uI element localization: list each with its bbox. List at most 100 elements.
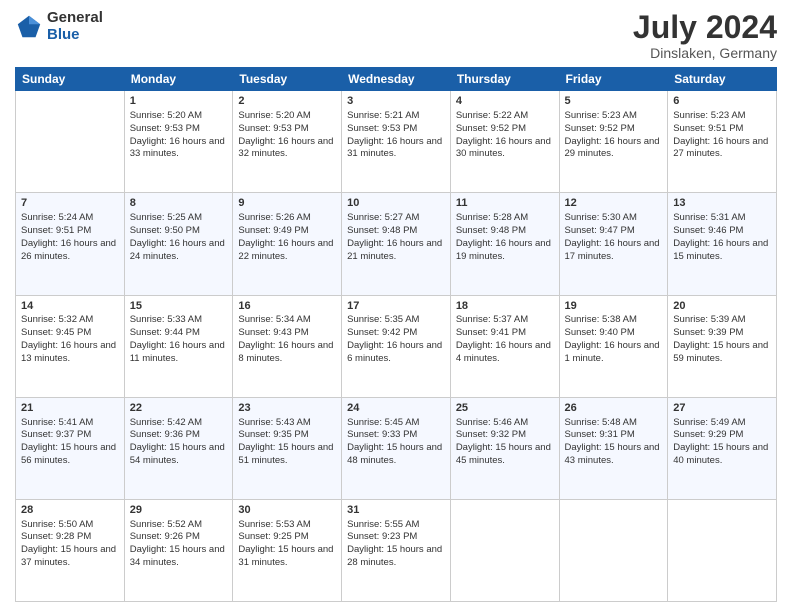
day-number: 17 (347, 299, 445, 314)
week-row-4: 21Sunrise: 5:41 AMSunset: 9:37 PMDayligh… (16, 397, 777, 499)
sunset-text: Sunset: 9:52 PM (456, 123, 526, 134)
sunset-text: Sunset: 9:43 PM (238, 327, 308, 338)
sunrise-text: Sunrise: 5:39 AM (673, 314, 745, 325)
daylight-text: Daylight: 16 hours and 27 minutes. (673, 136, 768, 160)
daylight-text: Daylight: 16 hours and 30 minutes. (456, 136, 551, 160)
title-block: July 2024 Dinslaken, Germany (633, 10, 777, 61)
table-cell (668, 499, 777, 601)
table-cell: 23Sunrise: 5:43 AMSunset: 9:35 PMDayligh… (233, 397, 342, 499)
table-cell: 21Sunrise: 5:41 AMSunset: 9:37 PMDayligh… (16, 397, 125, 499)
daylight-text: Daylight: 16 hours and 6 minutes. (347, 340, 442, 364)
daylight-text: Daylight: 15 hours and 37 minutes. (21, 544, 116, 568)
sunset-text: Sunset: 9:49 PM (238, 225, 308, 236)
day-number: 21 (21, 401, 119, 416)
sunset-text: Sunset: 9:47 PM (565, 225, 635, 236)
sunset-text: Sunset: 9:29 PM (673, 429, 743, 440)
daylight-text: Daylight: 15 hours and 45 minutes. (456, 442, 551, 466)
sunrise-text: Sunrise: 5:48 AM (565, 417, 637, 428)
sunset-text: Sunset: 9:52 PM (565, 123, 635, 134)
sunset-text: Sunset: 9:53 PM (347, 123, 417, 134)
table-cell (559, 499, 668, 601)
table-cell: 27Sunrise: 5:49 AMSunset: 9:29 PMDayligh… (668, 397, 777, 499)
sunrise-text: Sunrise: 5:50 AM (21, 519, 93, 530)
day-number: 24 (347, 401, 445, 416)
col-tuesday: Tuesday (233, 68, 342, 91)
table-cell: 31Sunrise: 5:55 AMSunset: 9:23 PMDayligh… (342, 499, 451, 601)
sunset-text: Sunset: 9:51 PM (673, 123, 743, 134)
col-monday: Monday (124, 68, 233, 91)
table-cell: 18Sunrise: 5:37 AM Sunset: 9:41 PM Dayligh… (450, 295, 559, 397)
day-number: 12 (565, 196, 663, 211)
day-number: 26 (565, 401, 663, 416)
day-number: 5 (565, 94, 663, 109)
sunset-text: Sunset: 9:41 PM (456, 327, 526, 338)
week-row-1: 1Sunrise: 5:20 AMSunset: 9:53 PMDaylight… (16, 91, 777, 193)
sunset-text: Sunset: 9:50 PM (130, 225, 200, 236)
col-wednesday: Wednesday (342, 68, 451, 91)
table-cell: 9Sunrise: 5:26 AMSunset: 9:49 PMDaylight… (233, 193, 342, 295)
sunrise-text: Sunrise: 5:42 AM (130, 417, 202, 428)
sunset-text: Sunset: 9:44 PM (130, 327, 200, 338)
day-number: 29 (130, 503, 228, 518)
daylight-text: Daylight: 15 hours and 54 minutes. (130, 442, 225, 466)
logo: General Blue (15, 10, 103, 43)
table-cell: 28Sunrise: 5:50 AMSunset: 9:28 PMDayligh… (16, 499, 125, 601)
sunrise-text: Sunrise: 5:23 AM (565, 110, 637, 121)
sunset-text: Sunset: 9:48 PM (456, 225, 526, 236)
day-number: 28 (21, 503, 119, 518)
sunrise-text: Sunrise: 5:41 AM (21, 417, 93, 428)
table-cell: 17Sunrise: 5:35 AMSunset: 9:42 PMDayligh… (342, 295, 451, 397)
table-cell: 22Sunrise: 5:42 AMSunset: 9:36 PMDayligh… (124, 397, 233, 499)
daylight-text: Daylight: 16 hours and 33 minutes. (130, 136, 225, 160)
logo-text: General Blue (47, 10, 103, 43)
sunrise-text: Sunrise: 5:37 AM (456, 314, 528, 325)
daylight-text: Daylight: 16 hours and 8 minutes. (238, 340, 333, 364)
sunset-text: Sunset: 9:23 PM (347, 531, 417, 542)
table-cell: 5Sunrise: 5:23 AMSunset: 9:52 PMDaylight… (559, 91, 668, 193)
sunrise-text: Sunrise: 5:55 AM (347, 519, 419, 530)
sunset-text: Sunset: 9:25 PM (238, 531, 308, 542)
sunrise-text: Sunrise: 5:27 AM (347, 212, 419, 223)
day-number: 4 (456, 94, 554, 109)
sunrise-text: Sunrise: 5:26 AM (238, 212, 310, 223)
daylight-text: Daylight: 16 hours and 31 minutes. (347, 136, 442, 160)
week-row-3: 14Sunrise: 5:32 AMSunset: 9:45 PMDayligh… (16, 295, 777, 397)
sunset-text: Sunset: 9:32 PM (456, 429, 526, 440)
day-number: 20 (673, 299, 771, 314)
sunrise-text: Sunrise: 5:52 AM (130, 519, 202, 530)
daylight-text: Daylight: 16 hours and 26 minutes. (21, 238, 116, 262)
day-number: 1 (130, 94, 228, 109)
table-cell (16, 91, 125, 193)
sunrise-text: Sunrise: 5:53 AM (238, 519, 310, 530)
sunset-text: Sunset: 9:53 PM (238, 123, 308, 134)
sunrise-text: Sunrise: 5:23 AM (673, 110, 745, 121)
sunset-text: Sunset: 9:46 PM (673, 225, 743, 236)
day-number: 19 (565, 299, 663, 314)
daylight-text: Daylight: 15 hours and 34 minutes. (130, 544, 225, 568)
sunrise-text: Sunrise: 5:49 AM (673, 417, 745, 428)
table-cell: 1Sunrise: 5:20 AMSunset: 9:53 PMDaylight… (124, 91, 233, 193)
daylight-text: Daylight: 15 hours and 40 minutes. (673, 442, 768, 466)
sunset-text: Sunset: 9:35 PM (238, 429, 308, 440)
sunset-text: Sunset: 9:48 PM (347, 225, 417, 236)
table-cell: 11Sunrise: 5:28 AMSunset: 9:48 PMDayligh… (450, 193, 559, 295)
calendar-table: Sunday Monday Tuesday Wednesday Thursday… (15, 67, 777, 602)
table-cell: 26Sunrise: 5:48 AMSunset: 9:31 PMDayligh… (559, 397, 668, 499)
sunset-text: Sunset: 9:53 PM (130, 123, 200, 134)
table-cell: 7Sunrise: 5:24 AMSunset: 9:51 PMDaylight… (16, 193, 125, 295)
sunrise-text: Sunrise: 5:43 AM (238, 417, 310, 428)
day-number: 9 (238, 196, 336, 211)
daylight-text: Daylight: 15 hours and 51 minutes. (238, 442, 333, 466)
sunset-text: Sunset: 9:42 PM (347, 327, 417, 338)
daylight-text: Daylight: 15 hours and 28 minutes. (347, 544, 442, 568)
day-number: 6 (673, 94, 771, 109)
header: General Blue July 2024 Dinslaken, German… (15, 10, 777, 61)
table-cell: 3Sunrise: 5:21 AMSunset: 9:53 PMDaylight… (342, 91, 451, 193)
sunrise-text: Sunrise: 5:45 AM (347, 417, 419, 428)
daylight-text: Daylight: 16 hours and 4 minutes. (456, 340, 551, 364)
table-cell: 2Sunrise: 5:20 AMSunset: 9:53 PMDaylight… (233, 91, 342, 193)
day-number: 18 (456, 299, 554, 314)
col-friday: Friday (559, 68, 668, 91)
daylight-text: Daylight: 16 hours and 11 minutes. (130, 340, 225, 364)
table-cell: 6Sunrise: 5:23 AM Sunset: 9:51 PM Daylight… (668, 91, 777, 193)
